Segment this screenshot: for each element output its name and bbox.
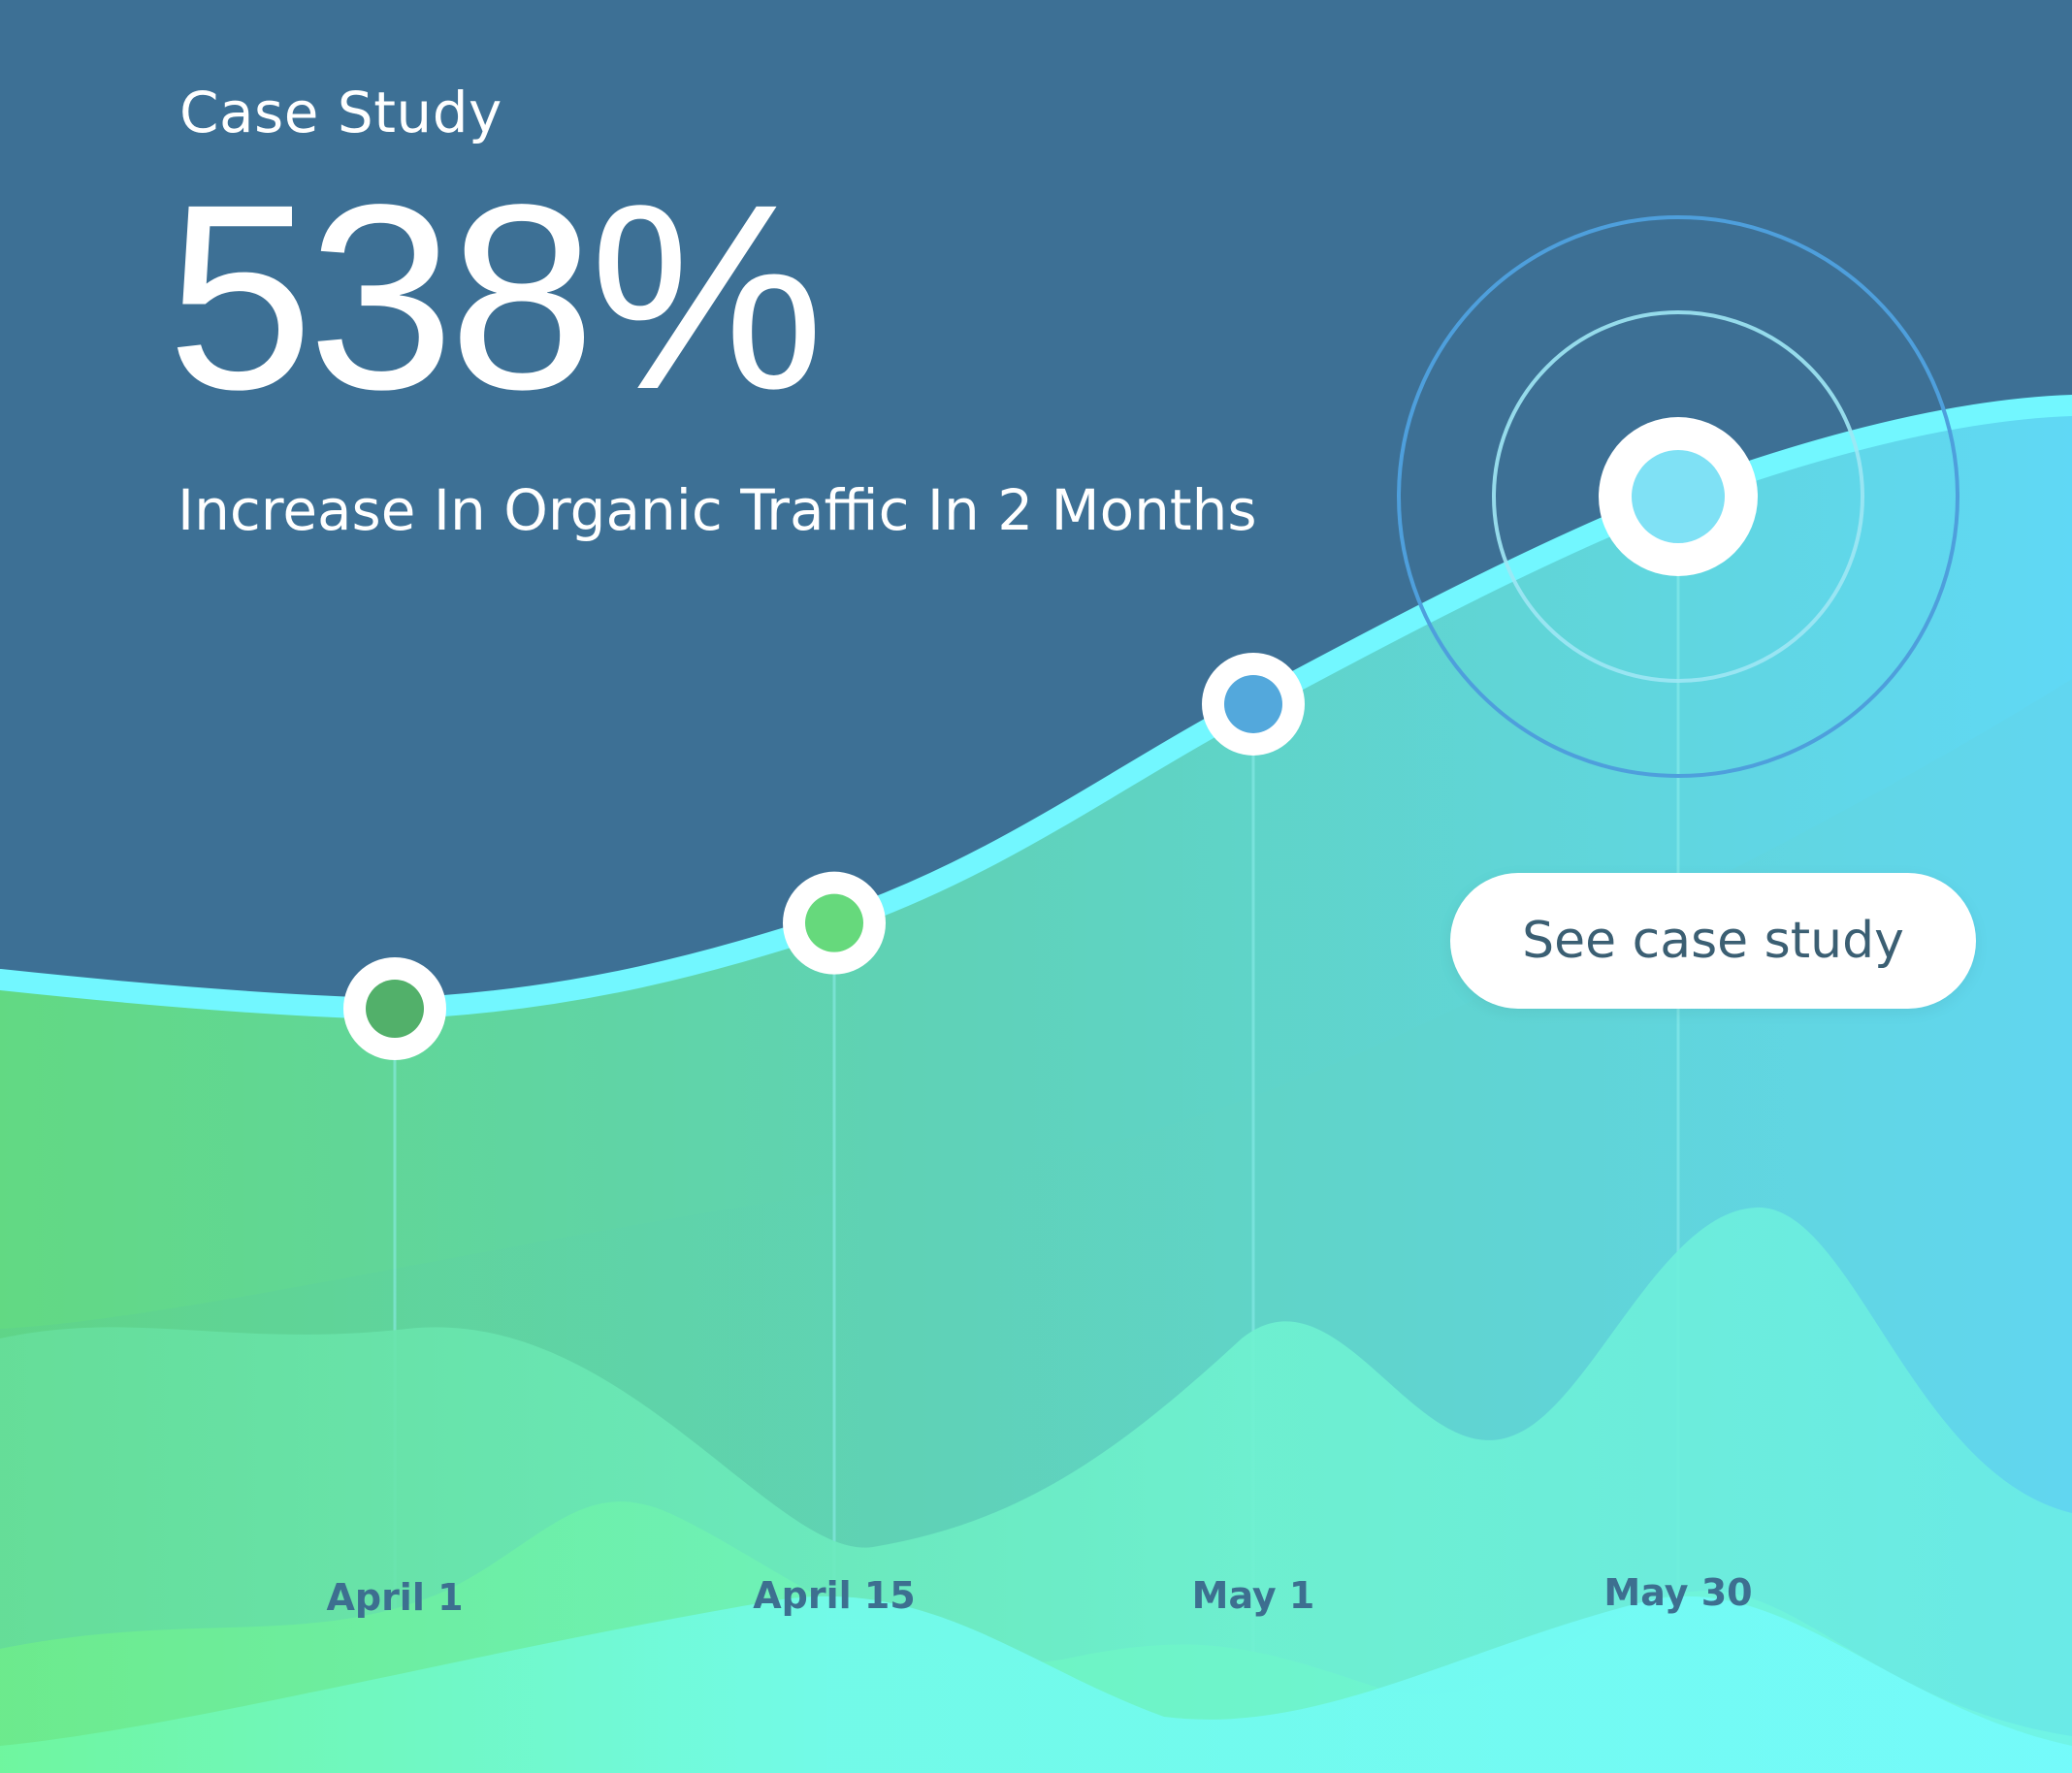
tick-label-april-1: April 1 [326, 1576, 463, 1619]
point-dot [1632, 450, 1725, 543]
point-dot [805, 893, 863, 952]
see-case-study-button[interactable]: See case study [1450, 873, 1976, 1009]
point-may-1 [1202, 652, 1305, 756]
point-april-1 [343, 957, 446, 1060]
stat-description: Increase In Organic Traffic In 2 Months [178, 477, 1257, 543]
point-april-15 [783, 871, 886, 975]
tick-label-may-30: May 30 [1603, 1571, 1752, 1614]
tick-label-april-15: April 15 [753, 1574, 916, 1617]
tick-label-may-1: May 1 [1192, 1574, 1315, 1617]
point-may-30 [1599, 417, 1758, 576]
case-study-card: April 1 April 15 May 1 May 30 Case Study 53… [0, 0, 2072, 1773]
headline-stat: 538% [167, 149, 825, 444]
eyebrow-label: Case Study [179, 80, 502, 145]
point-dot [366, 980, 424, 1038]
point-dot [1224, 674, 1282, 733]
